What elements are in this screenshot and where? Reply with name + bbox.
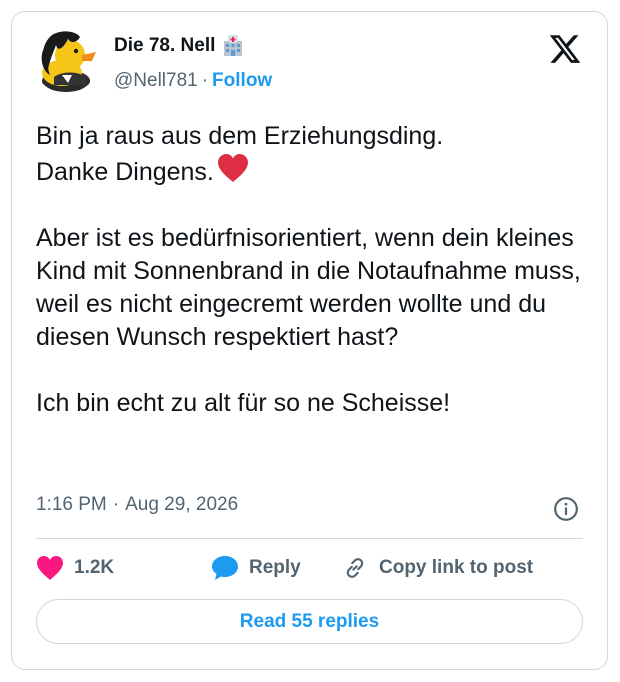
tweet-timestamp[interactable]: 1:16 PM · Aug 29, 2026	[36, 494, 238, 516]
speech-bubble-icon	[212, 556, 238, 580]
like-button[interactable]: 1.2K	[36, 555, 211, 581]
follow-button[interactable]: Follow	[212, 70, 272, 92]
tweet-paragraph: Ich bin echt zu alt für so ne Scheisse!	[36, 389, 451, 417]
rubber-duck-avatar-icon	[41, 31, 96, 92]
action-bar: 1.2K Reply Copy link to post	[36, 553, 533, 583]
author-name[interactable]: Die 78. Nell	[114, 35, 215, 57]
reply-button[interactable]: Reply	[211, 555, 341, 581]
author-handle[interactable]: @Nell781	[114, 70, 198, 92]
info-icon[interactable]	[553, 496, 579, 522]
link-icon	[346, 558, 364, 578]
reply-label: Reply	[249, 557, 301, 578]
like-count: 1.2K	[74, 557, 115, 578]
tweet-time: 1:16 PM	[36, 494, 107, 515]
heart-icon	[37, 556, 63, 580]
red-heart-icon	[217, 154, 248, 182]
tweet-text-line: Danke Dingens.	[36, 153, 596, 189]
read-replies-button[interactable]: Read 55 replies	[36, 599, 583, 644]
author-handle-row: @Nell781 · Follow	[114, 70, 272, 92]
divider	[36, 538, 583, 539]
tweet-date: Aug 29, 2026	[125, 494, 239, 515]
copy-link-button[interactable]: Copy link to post	[341, 555, 533, 581]
tweet-body: Bin ja raus aus dem Erziehungsding. Dank…	[36, 120, 596, 420]
tweet-text-line: Bin ja raus aus dem Erziehungsding.	[36, 122, 444, 150]
avatar[interactable]	[32, 25, 100, 93]
separator-dot: ·	[201, 70, 209, 91]
x-logo-icon[interactable]	[548, 32, 582, 66]
read-replies-label: Read 55 replies	[239, 610, 380, 632]
author-name-row: Die 78. Nell	[114, 34, 245, 58]
tweet-text-line-content: Danke Dingens.	[36, 158, 214, 186]
hospital-icon	[224, 35, 243, 56]
copy-link-label: Copy link to post	[379, 557, 534, 578]
tweet-paragraph: Aber ist es bedürfnisorientiert, wenn de…	[36, 224, 581, 351]
separator-dot: ·	[112, 494, 120, 515]
